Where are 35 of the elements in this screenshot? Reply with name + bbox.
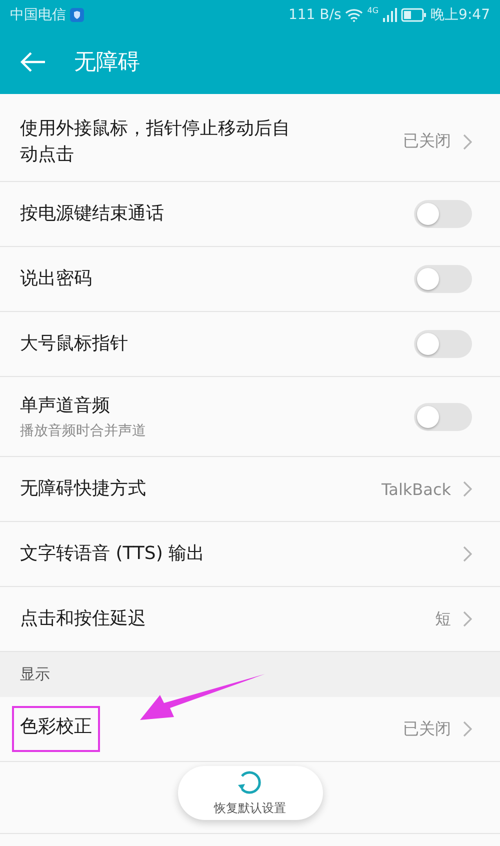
setting-title[interactable]: 按电源键结束通话 [20, 201, 300, 227]
clock-time: 晚上9:47 [430, 6, 490, 24]
toggle-switch[interactable] [414, 402, 472, 430]
setting-value: TalkBack [382, 480, 451, 498]
carrier-name: 中国电信 [10, 6, 66, 24]
battery-icon [400, 8, 427, 22]
chevron-right-icon [463, 611, 472, 627]
setting-title[interactable]: 大号鼠标指针 [20, 331, 300, 357]
shield-icon [70, 8, 84, 22]
setting-title[interactable]: 说出密码 [20, 266, 300, 292]
chevron-right-icon [463, 546, 472, 562]
reset-button[interactable]: 恢复默认设置 [178, 766, 322, 820]
network-type: 4G [367, 6, 379, 15]
wifi-icon [345, 8, 364, 22]
setting-title[interactable]: 使用外接鼠标，指针停止移动后自动点击 [20, 116, 300, 167]
setting-title[interactable]: 文字转语音 (TTS) 输出 [20, 541, 300, 567]
signal-icon [382, 8, 397, 22]
setting-value: 短 [435, 608, 451, 630]
setting-value: 已关闭 [403, 131, 451, 152]
back-button[interactable] [20, 51, 46, 73]
network-speed: 111 B/s [288, 7, 342, 23]
setting-title[interactable]: 色彩校正 [12, 706, 100, 752]
toggle-switch[interactable] [414, 265, 472, 293]
section-title: 显示 [20, 665, 50, 684]
chevron-right-icon [463, 721, 472, 737]
setting-subtitle: 播放音频时合并声道 [20, 422, 147, 440]
toggle-switch[interactable] [414, 200, 472, 228]
chevron-right-icon [463, 134, 472, 150]
chevron-right-icon [463, 481, 472, 497]
setting-title[interactable]: 单声道音频 [20, 393, 300, 419]
page-title: 无障碍 [74, 49, 140, 77]
toggle-switch[interactable] [414, 330, 472, 358]
setting-title[interactable]: 无障碍快捷方式 [20, 476, 300, 502]
setting-value: 已关闭 [403, 718, 451, 740]
setting-title[interactable]: 点击和按住延迟 [20, 606, 300, 632]
